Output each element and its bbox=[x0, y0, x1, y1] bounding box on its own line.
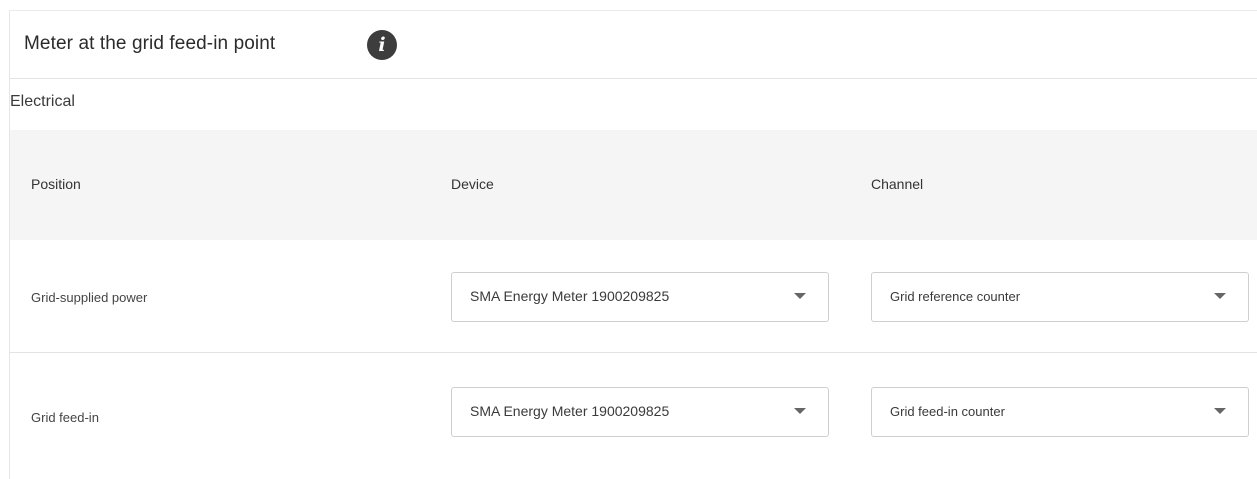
table-row: Grid feed-in SMA Energy Meter 1900209825… bbox=[10, 354, 1257, 470]
info-icon[interactable]: i bbox=[367, 30, 397, 60]
column-header-device: Device bbox=[451, 176, 494, 192]
caret-down-icon bbox=[794, 408, 806, 414]
device-select-value: SMA Energy Meter 1900209825 bbox=[470, 288, 670, 304]
channel-select[interactable]: Grid reference counter bbox=[871, 272, 1249, 322]
device-select[interactable]: SMA Energy Meter 1900209825 bbox=[451, 272, 829, 322]
position-label: Grid-supplied power bbox=[31, 290, 148, 305]
caret-down-icon bbox=[1214, 408, 1226, 414]
panel-header: Meter at the grid feed-in point i bbox=[10, 11, 1257, 79]
table-header-row: Position Device Channel bbox=[10, 130, 1257, 240]
position-label: Grid feed-in bbox=[31, 410, 99, 425]
grid-meter-panel: Meter at the grid feed-in point i Electr… bbox=[9, 10, 1257, 479]
caret-down-icon bbox=[1214, 293, 1226, 299]
channel-select[interactable]: Grid feed-in counter bbox=[871, 387, 1249, 437]
channel-select-value: Grid reference counter bbox=[890, 289, 1021, 304]
device-select[interactable]: SMA Energy Meter 1900209825 bbox=[451, 387, 829, 437]
column-header-channel: Channel bbox=[871, 176, 924, 192]
column-header-position: Position bbox=[31, 176, 81, 192]
page-title: Meter at the grid feed-in point bbox=[24, 33, 276, 54]
channel-select-value: Grid feed-in counter bbox=[890, 404, 1005, 419]
caret-down-icon bbox=[794, 293, 806, 299]
table-row: Grid-supplied power SMA Energy Meter 190… bbox=[10, 240, 1257, 353]
section-label: Electrical bbox=[10, 93, 75, 110]
device-select-value: SMA Energy Meter 1900209825 bbox=[470, 403, 670, 419]
